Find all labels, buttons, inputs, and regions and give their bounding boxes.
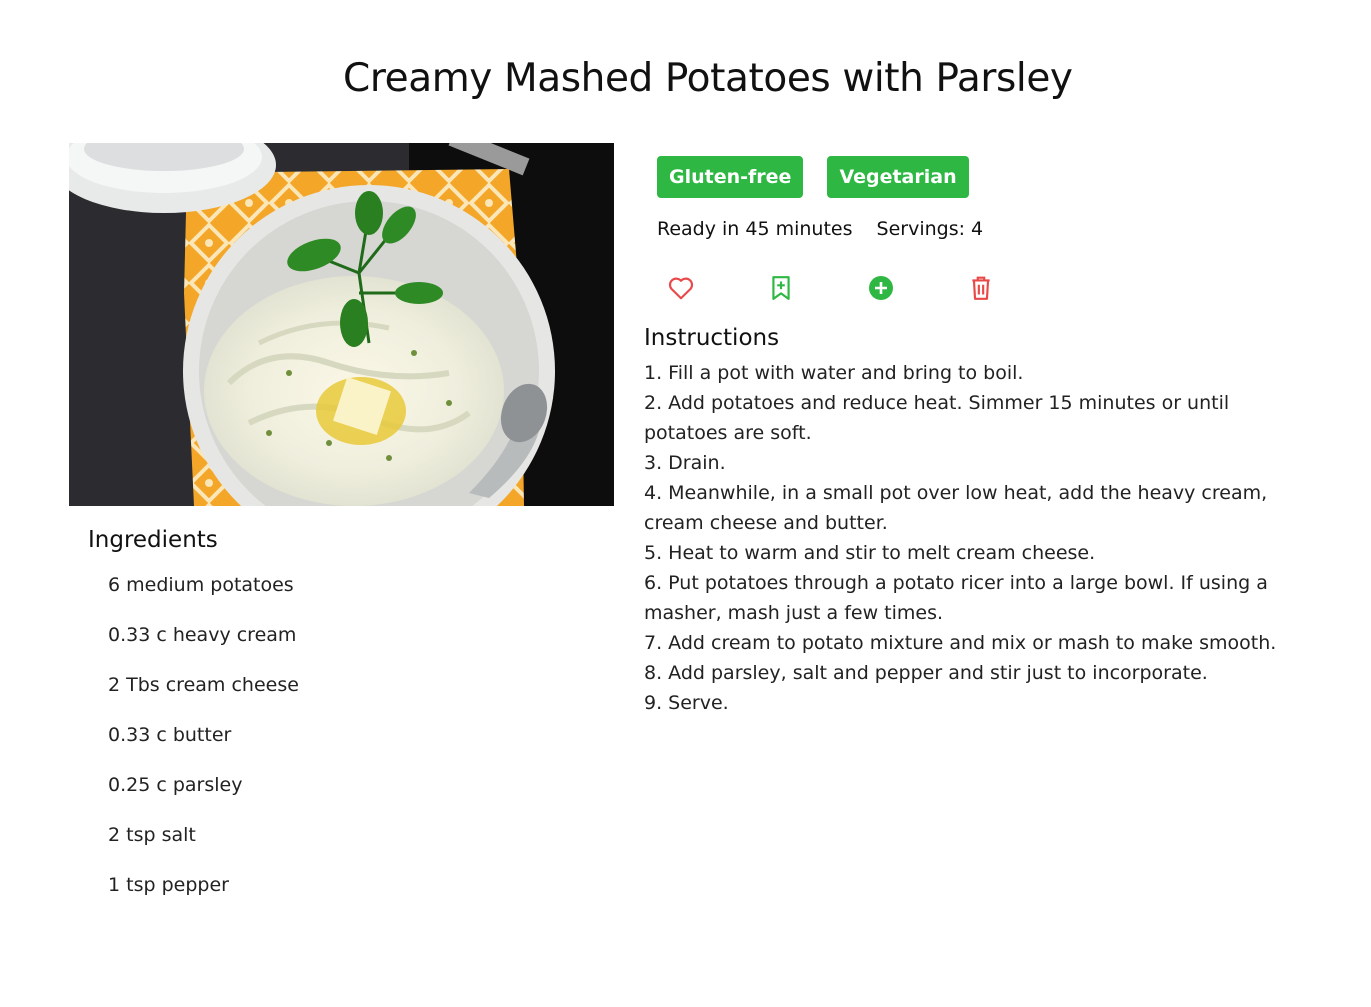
instruction-step: 6. Put potatoes through a potato ricer i… <box>644 572 1268 624</box>
ingredient-item: 0.33 c butter <box>108 724 232 746</box>
ingredient-item: 0.33 c heavy cream <box>108 624 297 646</box>
bookmark-plus-icon <box>772 276 790 300</box>
instruction-step: 2. Add potatoes and reduce heat. Simmer … <box>644 392 1230 444</box>
ingredient-item: 2 tsp salt <box>108 824 196 846</box>
trash-icon <box>972 276 990 300</box>
recipe-photo <box>69 143 614 506</box>
ingredient-item: 2 Tbs cream cheese <box>108 674 299 696</box>
instruction-step: 9. Serve. <box>644 692 729 714</box>
add-button[interactable] <box>868 272 894 304</box>
servings: Servings: 4 <box>876 218 984 240</box>
favorite-button[interactable] <box>668 272 694 304</box>
recipe-meta: Ready in 45 minutes Servings: 4 <box>657 218 983 240</box>
plus-circle-icon <box>869 276 893 300</box>
ingredient-item: 6 medium potatoes <box>108 574 294 596</box>
instructions-list: 1. Fill a pot with water and bring to bo… <box>644 358 1304 718</box>
ingredient-item: 0.25 c parsley <box>108 774 243 796</box>
ready-time: Ready in 45 minutes <box>657 218 853 240</box>
instruction-step: 4. Meanwhile, in a small pot over low he… <box>644 482 1268 534</box>
instruction-step: 8. Add parsley, salt and pepper and stir… <box>644 662 1208 684</box>
heart-icon <box>668 277 694 300</box>
recipe-actions <box>668 272 994 304</box>
recipe-title: Creamy Mashed Potatoes with Parsley <box>343 56 1073 101</box>
delete-button[interactable] <box>968 272 994 304</box>
instruction-step: 7. Add cream to potato mixture and mix o… <box>644 632 1277 654</box>
bookmark-button[interactable] <box>768 272 794 304</box>
instruction-step: 5. Heat to warm and stir to melt cream c… <box>644 542 1096 564</box>
diet-tags: Gluten-free Vegetarian <box>657 156 969 198</box>
tag-vegetarian: Vegetarian <box>827 156 969 198</box>
ingredient-item: 1 tsp pepper <box>108 874 229 896</box>
instruction-step: 3. Drain. <box>644 452 726 474</box>
instruction-step: 1. Fill a pot with water and bring to bo… <box>644 362 1024 384</box>
tag-gluten-free: Gluten-free <box>657 156 804 198</box>
instructions-heading: Instructions <box>644 325 780 351</box>
ingredients-list: 6 medium potatoes 0.33 c heavy cream 2 T… <box>108 570 299 920</box>
ingredients-heading: Ingredients <box>88 527 218 553</box>
